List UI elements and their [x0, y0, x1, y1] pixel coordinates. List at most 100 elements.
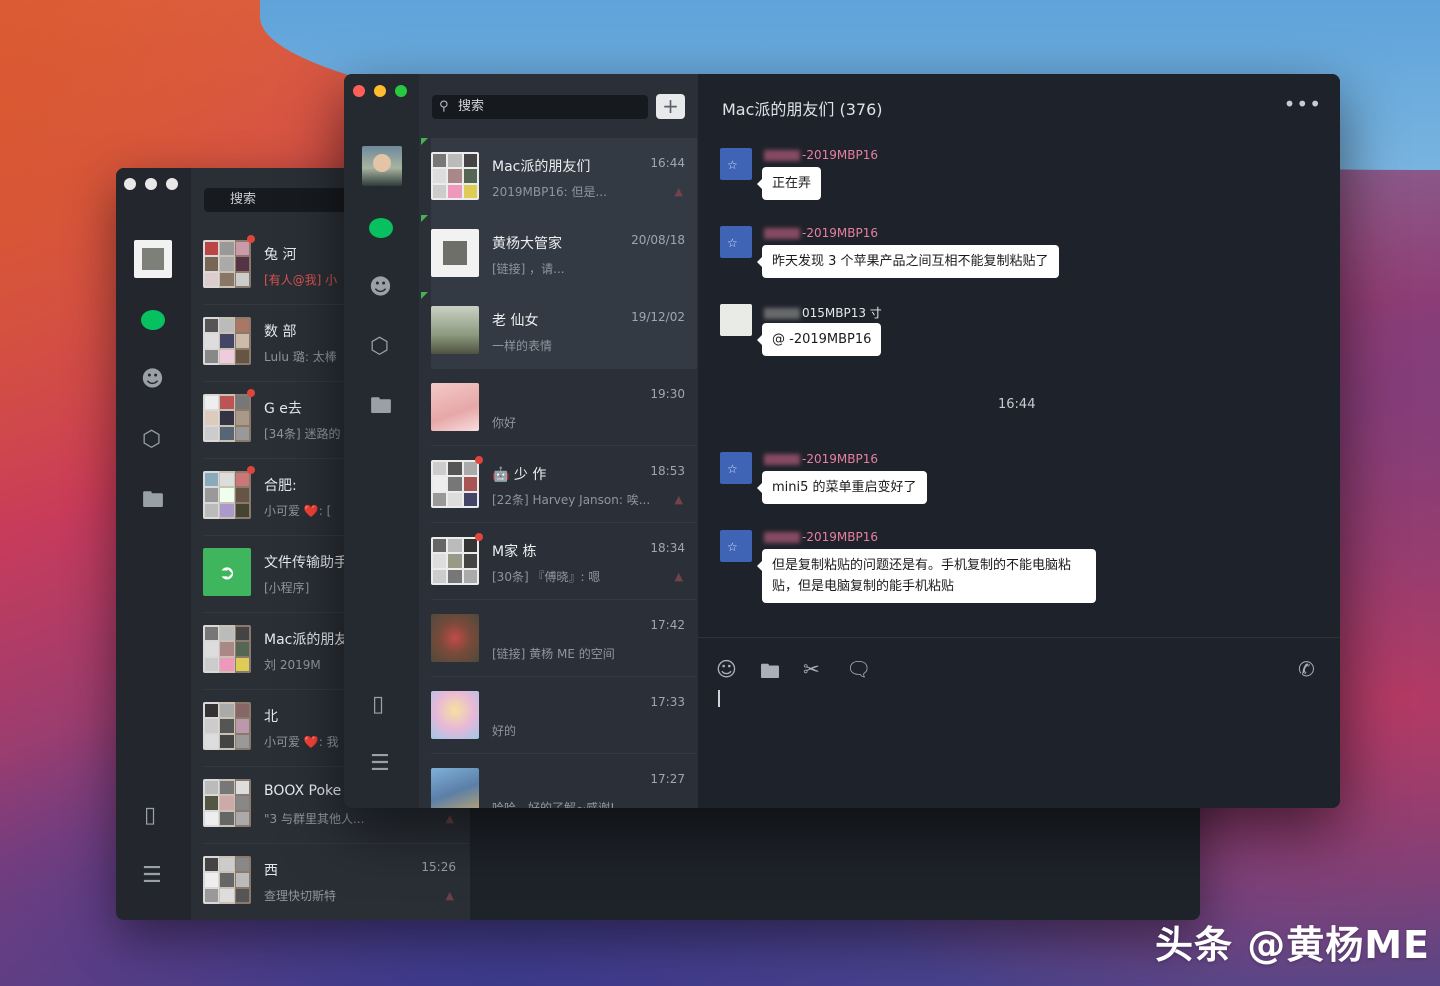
group-avatar — [203, 471, 251, 519]
conversation-preview: [小程序] — [264, 581, 310, 595]
more-icon[interactable]: ••• — [1284, 92, 1322, 116]
conversation-preview: [22条] Harvey Janson: 唉... — [492, 493, 651, 507]
list-item[interactable]: 西 查理快切斯特 15:26 ▲ — [203, 844, 470, 920]
list-item[interactable]: [链接] 黄杨 ME 的空间 17:42 — [431, 600, 697, 677]
profile-avatar[interactable] — [362, 146, 402, 186]
pin-marker — [421, 138, 428, 145]
phone-icon[interactable]: ▯ — [372, 694, 384, 716]
sidebar: ☻ ⬡ 🖿 ▯ ☰ — [344, 74, 419, 808]
profile-avatar[interactable] — [134, 240, 172, 278]
contact-avatar — [431, 306, 479, 354]
sender-avatar[interactable] — [720, 226, 752, 258]
zoom-button[interactable] — [395, 85, 407, 97]
conversation-preview: [链接] ，请... — [492, 262, 565, 276]
contacts-icon[interactable]: ☻ — [141, 369, 164, 391]
conversation-preview: 刘 2019M — [264, 658, 321, 672]
unread-dot — [247, 389, 255, 397]
list-item[interactable]: 🤖 少 作 [22条] Harvey Janson: 唉... 18:53 ▲ — [431, 446, 697, 523]
front-window: ☻ ⬡ 🖿 ▯ ☰ ⚲ 搜索 + Mac派的朋友们 2019MBP16: 但是.… — [344, 74, 1340, 808]
group-avatar — [203, 317, 251, 365]
conversation-name: 兔 河 — [264, 247, 297, 263]
menu-icon[interactable]: ☰ — [142, 865, 162, 887]
search-icon: ⚲ — [439, 99, 449, 114]
pin-marker — [421, 215, 428, 222]
scissors-icon[interactable]: ✂ — [803, 657, 820, 681]
box-icon[interactable]: ⬡ — [370, 336, 389, 358]
conversation-preview: 查理快切斯特 — [264, 889, 337, 903]
contact-avatar — [431, 691, 479, 739]
group-avatar — [203, 240, 251, 288]
zoom-button[interactable] — [166, 178, 178, 190]
search-input[interactable]: ⚲ 搜索 — [432, 95, 648, 119]
menu-icon[interactable]: ☰ — [370, 753, 390, 775]
contact-avatar — [431, 614, 479, 662]
chat-bubble-icon[interactable] — [141, 310, 165, 330]
unread-dot — [475, 456, 483, 464]
conversation-time: 16:44 — [650, 156, 685, 170]
folder-icon[interactable]: 🖿 — [142, 490, 164, 512]
conversation-name: 西 — [264, 863, 278, 879]
file-transfer-icon: ➲ — [203, 548, 251, 596]
minimize-button[interactable] — [145, 178, 157, 190]
group-avatar — [203, 702, 251, 750]
list-item[interactable]: Mac派的朋友们 2019MBP16: 但是... 16:44 ▲ — [421, 138, 697, 215]
sender-name: -2019MBP16 — [764, 226, 878, 240]
input-divider — [698, 637, 1340, 638]
message-bubble[interactable]: mini5 的菜单重启变好了 — [757, 471, 927, 504]
sender-avatar[interactable] — [720, 304, 752, 336]
conversation-time: 20/08/18 — [631, 233, 685, 247]
phone-icon[interactable]: ▯ — [144, 805, 156, 827]
group-avatar — [431, 537, 479, 585]
search-placeholder: 搜索 — [458, 99, 485, 114]
group-avatar — [203, 394, 251, 442]
folder-icon[interactable]: 🖿 — [370, 396, 392, 418]
conversation-preview: [有人@我] 小 — [264, 273, 338, 287]
conversation-name: 数 部 — [264, 324, 297, 340]
conversation-preview: 你好 — [492, 416, 517, 430]
chat-icon[interactable]: 🗨 — [846, 657, 871, 681]
conversation-preview: 小可爱 ❤️: [ — [264, 504, 332, 518]
conversation-preview: [链接] 黄杨 ME 的空间 — [492, 647, 615, 661]
sender-avatar[interactable] — [720, 530, 752, 562]
conversation-preview: [34条] 迷路的 — [264, 427, 341, 441]
conversation-preview: 好的 — [492, 724, 517, 738]
list-item[interactable]: 你好 19:30 — [431, 369, 697, 446]
message-bubble[interactable]: 但是复制粘贴的问题还是有。手机复制的不能电脑粘贴，但是电脑复制的能手机粘贴 — [757, 549, 1096, 603]
list-item[interactable]: 好的 17:33 — [431, 677, 697, 754]
sender-name: -2019MBP16 — [764, 148, 878, 162]
conversation-preview: "3 与群里其他人... — [264, 812, 365, 826]
sender-avatar[interactable] — [720, 452, 752, 484]
chat-bubble-icon[interactable] — [369, 218, 393, 238]
phone-call-icon[interactable]: ✆ — [1298, 657, 1315, 681]
sender-name: 015MBP13 寸 — [764, 304, 882, 321]
message-bubble[interactable]: 昨天发现 3 个苹果产品之间互相不能复制粘贴了 — [757, 245, 1059, 278]
minimize-button[interactable] — [374, 85, 386, 97]
emoji-icon[interactable]: ☺ — [716, 657, 737, 681]
add-button[interactable]: + — [656, 94, 685, 119]
list-item[interactable]: 哈哈，好的了解~感谢! 17:27 — [431, 754, 697, 808]
conversation-time: 17:27 — [650, 772, 685, 786]
conversation-name: Mac派的朋友 — [264, 632, 349, 648]
list-item[interactable]: 黄杨大管家 [链接] ，请... 20/08/18 — [421, 215, 697, 292]
folder-icon[interactable]: 🖿 — [760, 657, 780, 691]
message-input[interactable] — [718, 690, 720, 707]
list-item[interactable]: M家 栋 [30条] 『傅晓』: 嗯 18:34 ▲ — [431, 523, 697, 600]
close-button[interactable] — [124, 178, 136, 190]
conversation-preview: 2019MBP16: 但是... — [492, 185, 607, 199]
sender-avatar[interactable] — [720, 148, 752, 180]
list-item[interactable]: 老 仙女 一样的表情 19/12/02 — [421, 292, 697, 369]
box-icon[interactable]: ⬡ — [142, 429, 161, 451]
close-button[interactable] — [353, 85, 365, 97]
conversation-name: 文件传输助手 — [264, 555, 348, 571]
contact-avatar — [431, 768, 479, 808]
unread-dot — [247, 235, 255, 243]
conversation-name: G e去 — [264, 401, 302, 417]
mute-icon: ▲ — [445, 812, 454, 825]
conversation-preview: [30条] 『傅晓』: 嗯 — [492, 570, 601, 584]
conversation-time: 17:33 — [650, 695, 685, 709]
message-bubble[interactable]: 正在弄 — [756, 167, 822, 200]
conversation-name: 合肥: — [264, 478, 297, 494]
message-bubble[interactable]: @ -2019MBP16 — [756, 323, 882, 356]
conversation-name: M家 栋 — [492, 544, 537, 560]
contacts-icon[interactable]: ☻ — [369, 277, 392, 299]
